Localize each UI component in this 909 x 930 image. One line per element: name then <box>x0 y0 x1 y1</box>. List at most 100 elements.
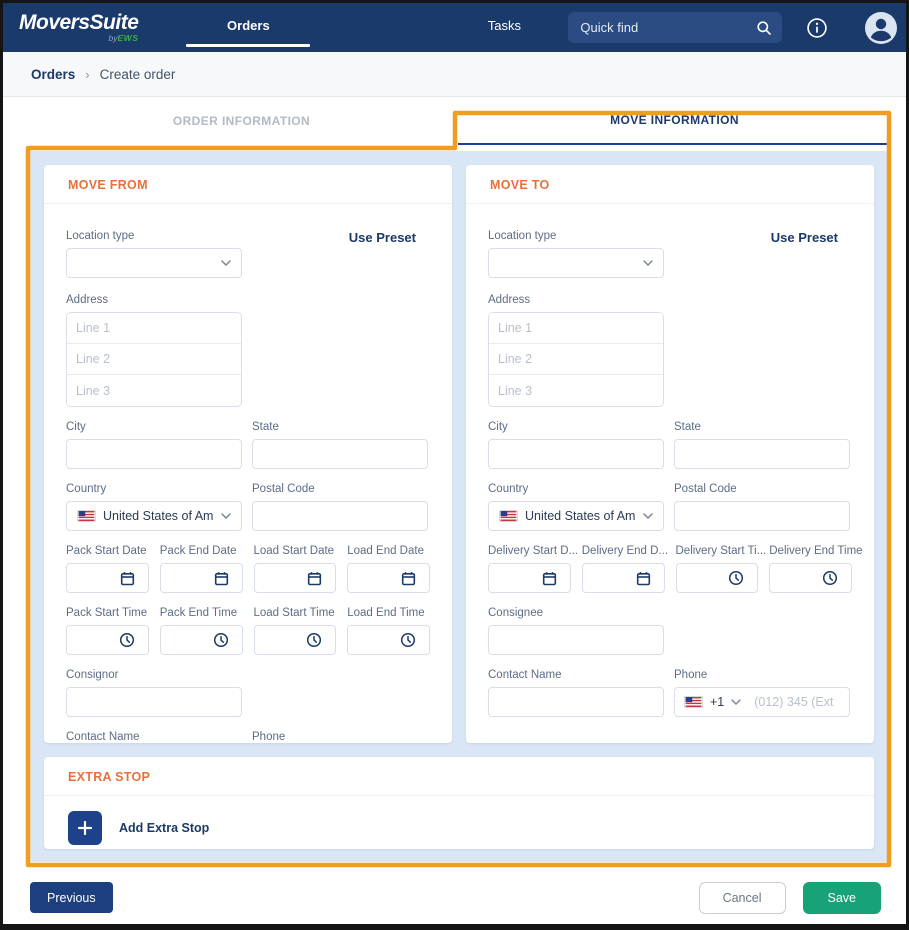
add-extra-stop-label[interactable]: Add Extra Stop <box>119 821 209 835</box>
from-address-line3-input[interactable] <box>67 375 241 406</box>
from-country-select[interactable]: United States of Amer <box>66 501 242 531</box>
from-use-preset-link[interactable]: Use Preset <box>349 230 416 245</box>
from-state-input[interactable] <box>252 439 428 469</box>
us-flag-icon <box>684 696 703 708</box>
main-nav: Orders Tasks <box>184 3 568 52</box>
load-end-date-input[interactable] <box>347 563 430 593</box>
contact-name-label: Contact Name <box>66 731 242 743</box>
quick-find-input[interactable] <box>580 20 756 35</box>
tab-order-information[interactable]: ORDER INFORMATION <box>25 97 458 145</box>
consignee-label: Consignee <box>488 607 664 619</box>
to-address-line3-input[interactable] <box>489 375 663 406</box>
phone-label: Phone <box>252 731 428 743</box>
from-postal-code-input[interactable] <box>252 501 428 531</box>
consignor-label: Consignor <box>66 669 242 681</box>
from-address-line1-input[interactable] <box>67 313 241 344</box>
delivery-start-date-input[interactable] <box>488 563 571 593</box>
load-start-time-input[interactable] <box>254 625 337 655</box>
us-flag-icon <box>499 510 518 522</box>
contact-name-label: Contact Name <box>488 669 664 681</box>
pack-end-date-label: Pack End Date <box>160 545 243 557</box>
extra-stop-title: EXTRA STOP <box>44 757 874 796</box>
delivery-start-time-label: Delivery Start Ti... <box>676 545 759 557</box>
clock-icon <box>822 570 838 586</box>
breadcrumb-orders-link[interactable]: Orders <box>31 67 75 82</box>
quick-find-search[interactable] <box>568 12 782 43</box>
state-label: State <box>252 421 428 433</box>
brand-byline: byEWS <box>109 34 139 43</box>
calendar-icon <box>307 571 322 586</box>
delivery-end-date-input[interactable] <box>582 563 665 593</box>
brand-name: MoversSuite <box>19 12 138 33</box>
delivery-start-time-input[interactable] <box>676 563 759 593</box>
user-avatar[interactable] <box>864 11 898 45</box>
move-from-title: MOVE FROM <box>44 165 452 204</box>
move-to-section: MOVE TO Location type Use Preset Address <box>466 165 874 743</box>
to-location-type-select[interactable] <box>488 248 664 278</box>
search-icon[interactable] <box>756 20 772 36</box>
address-label: Address <box>488 294 852 306</box>
postal-code-label: Postal Code <box>674 483 850 495</box>
state-label: State <box>674 421 850 433</box>
breadcrumb-separator: › <box>85 67 89 82</box>
calendar-icon <box>401 571 416 586</box>
country-label: Country <box>488 483 664 495</box>
to-state-input[interactable] <box>674 439 850 469</box>
chevron-down-icon <box>221 260 231 266</box>
pack-start-date-label: Pack Start Date <box>66 545 149 557</box>
postal-code-label: Postal Code <box>252 483 428 495</box>
delivery-end-time-label: Delivery End Time <box>769 545 852 557</box>
phone-label: Phone <box>674 669 850 681</box>
delivery-end-time-input[interactable] <box>769 563 852 593</box>
to-country-select[interactable]: United States of Amer <box>488 501 664 531</box>
city-label: City <box>488 421 664 433</box>
to-city-input[interactable] <box>488 439 664 469</box>
clock-icon <box>306 632 322 648</box>
info-icon[interactable] <box>806 17 828 39</box>
consignor-input[interactable] <box>66 687 242 717</box>
extra-stop-section: EXTRA STOP Add Extra Stop <box>44 757 874 849</box>
location-type-label: Location type <box>488 230 664 242</box>
to-phone-input[interactable]: +1 (012) 345 (Ext <box>674 687 850 717</box>
pack-end-time-input[interactable] <box>160 625 243 655</box>
calendar-icon <box>120 571 135 586</box>
chevron-down-icon <box>221 513 231 519</box>
nav-item-orders[interactable]: Orders <box>184 3 312 52</box>
clock-icon <box>400 632 416 648</box>
phone-country-code[interactable]: +1 <box>710 695 724 709</box>
calendar-icon <box>214 571 229 586</box>
save-button[interactable]: Save <box>803 882 882 914</box>
to-contact-name-input[interactable] <box>488 687 664 717</box>
pack-start-time-label: Pack Start Time <box>66 607 149 619</box>
pack-start-date-input[interactable] <box>66 563 149 593</box>
from-location-type-select[interactable] <box>66 248 242 278</box>
consignee-input[interactable] <box>488 625 664 655</box>
from-city-input[interactable] <box>66 439 242 469</box>
tab-move-information[interactable]: MOVE INFORMATION <box>458 97 891 145</box>
from-address-line2-input[interactable] <box>67 344 241 375</box>
previous-button[interactable]: Previous <box>30 882 113 913</box>
add-extra-stop-button[interactable] <box>68 811 102 845</box>
pack-start-time-input[interactable] <box>66 625 149 655</box>
load-end-date-label: Load End Date <box>347 545 430 557</box>
cancel-button[interactable]: Cancel <box>699 882 786 914</box>
to-use-preset-link[interactable]: Use Preset <box>771 230 838 245</box>
delivery-start-date-label: Delivery Start D... <box>488 545 571 557</box>
nav-item-tasks[interactable]: Tasks <box>440 3 568 52</box>
calendar-icon <box>542 571 557 586</box>
load-start-date-input[interactable] <box>254 563 337 593</box>
city-label: City <box>66 421 242 433</box>
to-address-line2-input[interactable] <box>489 344 663 375</box>
to-address-line1-input[interactable] <box>489 313 663 344</box>
country-label: Country <box>66 483 242 495</box>
chevron-down-icon[interactable] <box>731 699 741 705</box>
plus-icon <box>77 820 93 836</box>
chevron-down-icon <box>643 513 653 519</box>
load-end-time-input[interactable] <box>347 625 430 655</box>
phone-placeholder: (012) 345 (Ext <box>754 695 840 709</box>
country-value: United States of Amer <box>525 509 636 523</box>
pack-end-time-label: Pack End Time <box>160 607 243 619</box>
to-postal-code-input[interactable] <box>674 501 850 531</box>
form-footer: Previous Cancel Save <box>3 862 906 914</box>
pack-end-date-input[interactable] <box>160 563 243 593</box>
